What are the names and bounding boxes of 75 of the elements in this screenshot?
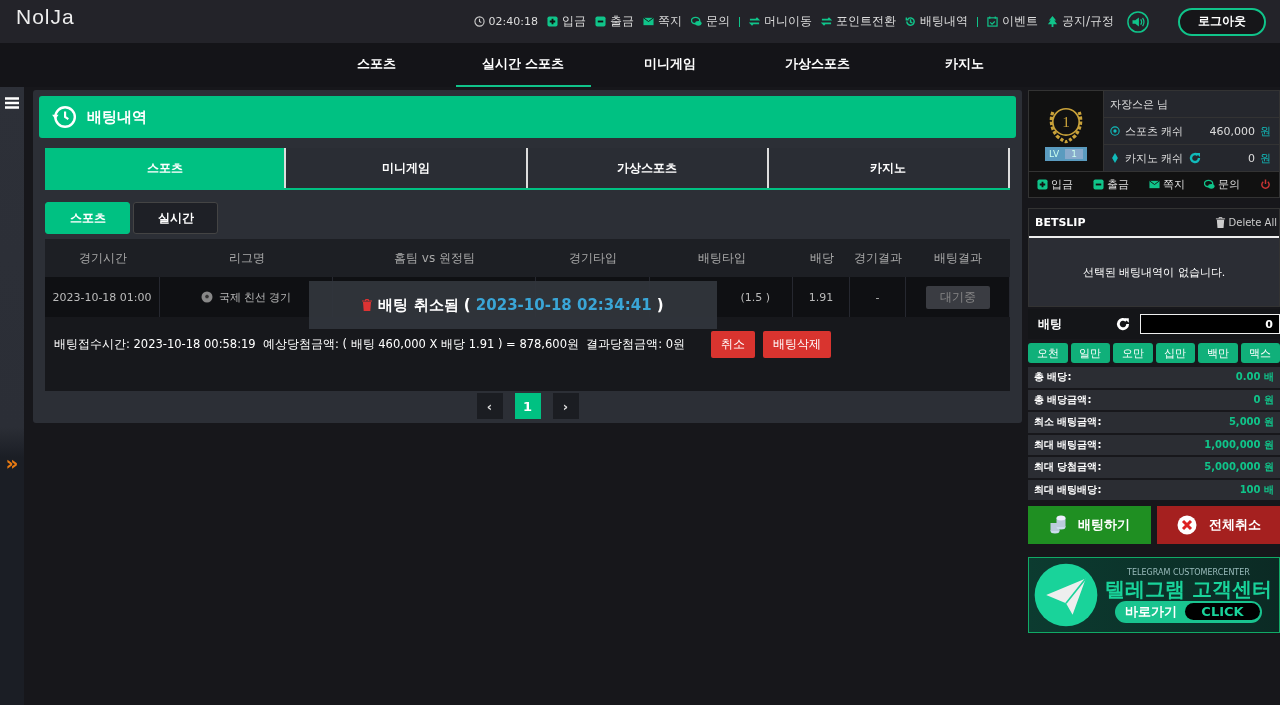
banner-title: 텔레그램 고객센터 [1105,576,1272,601]
toast-message: 배팅 취소됨 ( 2023-10-18 02:34:41 ) [378,295,664,315]
account-link[interactable]: 쪽지 [1162,177,1185,192]
column-header: 배팅타입 [696,249,747,267]
username: 자장스은 님 [1110,96,1169,112]
telegram-banner[interactable]: TELEGRAM CUSTOMERCENTER 텔레그램 고객센터 바로가기 CLICK [1028,557,1280,633]
column-header: 경기타입 [568,249,618,267]
stat-label: 최소 배팅금액: [1034,415,1102,430]
stat-value: 100 배 [1239,482,1274,497]
cash-amount: 0 [1248,151,1255,165]
nav-tab[interactable]: 미니게임 [602,43,738,87]
delete-all-link[interactable]: Delete All [1228,217,1277,228]
header-link[interactable]: 문의 [705,13,730,30]
table-cell: 1.91 [793,277,850,317]
header-link[interactable]: 이벤트 [1001,13,1038,30]
cash-amount: 460,000 [1209,124,1255,138]
stat-label: 최대 배팅배당: [1034,482,1102,497]
header-link[interactable]: 출금 [609,13,634,30]
stat-value: 1,000,000 원 [1204,437,1274,452]
stat-label: 총 배당: [1034,370,1072,385]
column-header: 배당 [808,249,835,267]
stat-value: 5,000,000 원 [1204,460,1274,475]
currency-unit: 원 [1260,150,1271,166]
logout-button[interactable]: 로그아웃 [1178,7,1266,36]
go-button[interactable]: 바로가기 CLICK [1115,600,1262,623]
stat-label: 최대 당첨금액: [1034,460,1102,475]
banner-subtitle: TELEGRAM CUSTOMERCENTER [1127,567,1250,577]
nav-tab[interactable]: 가상스포츠 [749,43,885,87]
header-link[interactable]: 배팅내역 [919,13,968,30]
header-link[interactable]: 공지/규정 [1061,13,1114,30]
column-header: 홈팀 vs 원정팀 [393,249,476,267]
stat-value: 5,000 원 [1228,415,1274,430]
bet-summary: 배팅접수시간: 2023-10-18 00:58:19 예상당첨금액: ( 배팅 460,000 X 배당 1.91 ) = 878,600원 결과당첨금액: 0원 [54,337,686,352]
table-cell: 국제 친선 경기 [218,289,292,305]
cancel-all-button[interactable]: 전체취소 [1157,506,1280,544]
stat-value: 0 원 [1253,392,1274,407]
empty-message: 선택된 배팅내역이 없습니다. [1082,264,1226,280]
status-badge: 대기중 [925,285,990,309]
table-cell: - [850,277,906,317]
account-link[interactable]: 입금 [1051,177,1073,192]
nav-tab[interactable]: 실시간 스포츠 [455,43,591,87]
stat-label: 최대 배팅금액: [1034,437,1102,452]
header-link[interactable]: 포인트전환 [835,13,896,30]
header-link[interactable]: 입금 [561,13,586,30]
clock-time: 02:40:18 [488,15,538,28]
bet-label: 배팅 [1038,315,1063,333]
sub-tab[interactable]: 실시간 [133,202,218,234]
betslip-title: BETSLIP [1035,216,1086,229]
table-cell: 2023-10-18 01:00 [45,277,160,317]
bet-amount-field[interactable]: 0 [1140,314,1280,334]
prev-page-button[interactable]: ‹ [476,393,503,419]
header-link[interactable]: 머니이동 [763,13,812,30]
next-page-button[interactable]: › [552,393,579,419]
column-header: 경기시간 [77,249,128,267]
action-button[interactable]: 배팅삭제 [763,331,832,358]
column-header: 경기결과 [853,249,903,267]
panel-title: 배팅내역 [87,107,147,127]
level-badge: LV 1 [1045,147,1087,161]
expand-toggle[interactable]: » [5,453,19,473]
stat-value: 0.00 배 [1235,370,1274,385]
stat-label: 총 배당금액: [1034,392,1092,407]
table-cell: (1.5 ) [740,290,770,304]
logo[interactable]: NolJa [16,4,75,29]
cash-label: 스포츠 캐쉬 [1125,123,1184,139]
account-link[interactable]: 문의 [1218,177,1241,192]
place-bet-button[interactable]: 배팅하기 [1028,506,1151,544]
header-link[interactable]: 쪽지 [657,13,682,30]
nav-tab[interactable]: 스포츠 [308,43,444,87]
account-link[interactable]: 출금 [1106,177,1129,192]
nav-tab[interactable]: 카지노 [896,43,1032,87]
cash-label: 카지노 캐쉬 [1125,150,1184,166]
column-header: 배팅결과 [933,249,983,267]
action-button[interactable]: 취소 [711,331,756,358]
currency-unit: 원 [1260,123,1271,139]
column-header: 리그명 [227,249,266,267]
